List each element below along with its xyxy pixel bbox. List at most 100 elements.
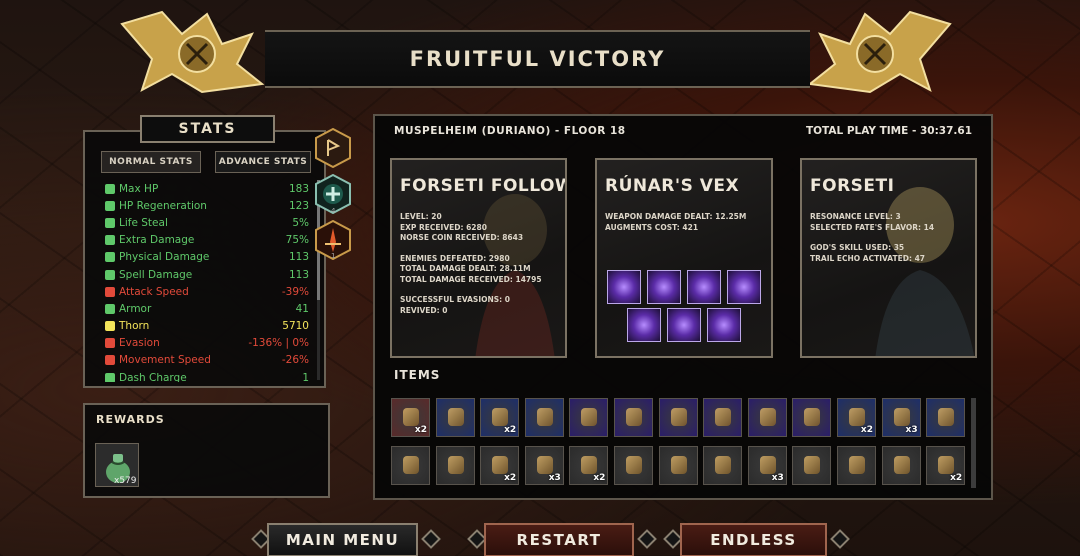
item-count: x2: [860, 425, 873, 435]
item-glyph: [536, 408, 553, 426]
item-glyph: [581, 408, 598, 426]
stat-value: 5%: [292, 216, 309, 229]
helmet-icon[interactable]: [614, 398, 653, 437]
item-glyph: [403, 408, 419, 426]
red-claw-icon[interactable]: [658, 446, 698, 485]
stat-label: Extra Damage: [119, 234, 195, 247]
restart-button[interactable]: RESTART: [484, 523, 634, 556]
tab-advance-stats[interactable]: ADVANCE STATS: [215, 151, 311, 173]
stat-row: Physical Damage 113: [91, 249, 313, 266]
stat-row: Extra Damage 75%: [91, 232, 313, 249]
weapon-card: RÚNAR'S VEX WEAPON DAMAGE DEALT: 12.25M A…: [595, 158, 773, 358]
crystal-bag-icon[interactable]: [435, 398, 475, 437]
gold-coin-icon[interactable]: [391, 446, 430, 485]
flame-count: 1: [331, 252, 336, 260]
stat-row: Armor 41: [91, 300, 313, 317]
item-glyph: [536, 456, 553, 474]
item-glyph: [492, 408, 509, 426]
stat-row: Movement Speed -26%: [91, 352, 313, 369]
rune-icon[interactable]: [314, 128, 352, 168]
stat-label: Spell Damage: [119, 268, 193, 281]
item-count: x2: [504, 425, 517, 435]
gauntlet-icon[interactable]: x3: [524, 446, 564, 485]
stat-row: Dash Charge 1: [91, 369, 313, 382]
stat-icon: [105, 200, 115, 211]
wings-icon[interactable]: [658, 398, 698, 437]
gold-helm-icon[interactable]: [703, 446, 743, 485]
stat-value: -39%: [281, 285, 309, 298]
potion-icon[interactable]: [837, 446, 876, 485]
item-count: x2: [504, 473, 517, 483]
character-card-title: FORSETI FOLLOWER: [400, 176, 565, 196]
claw-augment-icon[interactable]: [607, 270, 641, 304]
stats-title: STATS: [140, 115, 275, 143]
purple-shard-icon[interactable]: [792, 398, 832, 437]
crown-icon[interactable]: [703, 398, 743, 437]
god-card-title: FORSETI: [810, 176, 895, 196]
card-stat-line: SELECTED FATE'S FLAVOR: 14: [810, 222, 935, 232]
card-stat-line: NORSE COIN RECEIVED: 8643: [400, 233, 524, 242]
card-stat-line: GOD'S SKILL USED: 35: [810, 243, 905, 252]
location-label: MUSPELHEIM (DURIANO) - FLOOR 18: [394, 125, 626, 137]
hammer-icon[interactable]: x2: [926, 446, 966, 485]
item-glyph: [804, 456, 821, 474]
bow-icon[interactable]: x3: [881, 398, 921, 437]
stat-row: Evasion -136% | 0%: [91, 335, 313, 352]
heal-count: 4: [331, 207, 336, 215]
winged-emblem-icon: [807, 10, 952, 94]
shield-augment-icon[interactable]: [687, 270, 721, 304]
stat-row: Thorn 5710: [91, 318, 313, 335]
chest-icon[interactable]: x2: [480, 398, 520, 437]
armor-icon[interactable]: [792, 446, 832, 485]
stat-label: Max HP: [119, 182, 159, 195]
item-glyph: [759, 408, 776, 426]
tab-normal-stats[interactable]: NORMAL STATS: [101, 151, 201, 173]
wing-augment-icon[interactable]: [647, 270, 681, 304]
stat-row: Attack Speed -39%: [91, 283, 313, 300]
orb-augment-icon[interactable]: [627, 308, 661, 342]
ice-shard-icon[interactable]: [747, 398, 787, 437]
crystal-augment-icon[interactable]: [667, 308, 701, 342]
item-glyph: [715, 456, 732, 474]
god-stats: RESONANCE LEVEL: 3 SELECTED FATE'S FLAVOR…: [810, 212, 934, 264]
item-glyph: [804, 408, 821, 426]
scroll-icon[interactable]: x2: [837, 398, 876, 437]
rewards-title: REWARDS: [96, 413, 165, 426]
mask-icon[interactable]: [926, 398, 966, 437]
dagger-icon[interactable]: x3: [747, 446, 787, 485]
stat-value: -26%: [281, 354, 309, 367]
endless-button[interactable]: ENDLESS: [680, 523, 827, 556]
item-glyph: [893, 408, 910, 426]
lantern-icon[interactable]: [614, 446, 653, 485]
main-menu-button[interactable]: MAIN MENU: [267, 523, 418, 556]
items-scrollbar[interactable]: [971, 398, 976, 488]
character-stats: LEVEL: 20 EXP RECEIVED: 6280 NORSE COIN RE…: [400, 212, 542, 316]
stat-list[interactable]: Max HP 183 HP Regeneration 123 Life Steal 5% E…: [91, 180, 313, 382]
item-count: x3: [771, 473, 784, 483]
stat-row: Life Steal 5%: [91, 214, 313, 231]
item-glyph: [447, 456, 464, 474]
stat-value: 5710: [282, 320, 309, 333]
playtime-label: TOTAL PLAY TIME - 30:37.61: [805, 125, 972, 137]
item-count: x3: [548, 473, 561, 483]
vortex-augment-icon[interactable]: [727, 270, 761, 304]
horn-icon[interactable]: [524, 398, 564, 437]
stat-value: -136% | 0%: [248, 337, 309, 350]
item-count: x2: [593, 473, 606, 483]
stat-value: 113: [288, 268, 309, 281]
axe-icon[interactable]: x2: [480, 446, 520, 485]
item-count: x3: [905, 425, 918, 435]
item-glyph: [849, 408, 865, 426]
book-icon[interactable]: [881, 446, 921, 485]
pig-charm-icon[interactable]: x2: [391, 398, 430, 437]
lightning-augment-icon[interactable]: [707, 308, 741, 342]
item-glyph: [447, 408, 464, 426]
spider-icon[interactable]: [435, 446, 475, 485]
stat-label: Armor: [119, 302, 152, 315]
ring-icon[interactable]: [569, 398, 609, 437]
item-glyph: [670, 408, 687, 426]
stat-label: HP Regeneration: [119, 199, 207, 212]
gold-horn-icon[interactable]: x2: [569, 446, 609, 485]
stat-value: 123: [288, 199, 309, 212]
card-stat-line: TOTAL DAMAGE RECEIVED: 14795: [400, 274, 542, 284]
